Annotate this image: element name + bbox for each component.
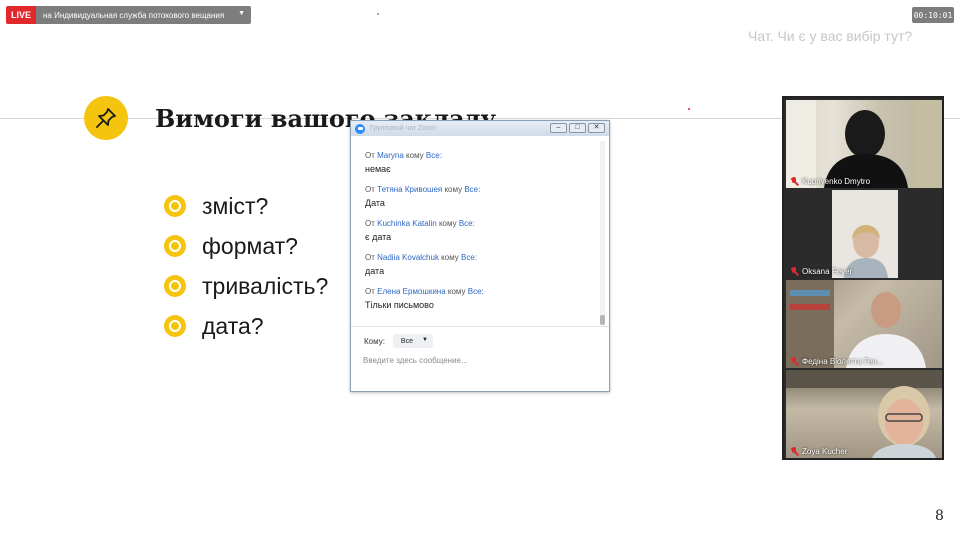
message-header: От Maryna кому Все: [365, 151, 605, 160]
message-header: От Елена Ермошкина кому Все: [365, 287, 605, 296]
video-tile[interactable]: Oksana Feyer [786, 190, 942, 278]
sender-name[interactable]: Kuchinka Katalin [377, 219, 437, 228]
bullet-icon [164, 235, 186, 257]
close-button[interactable]: ✕ [588, 123, 605, 133]
muted-microphone-icon [790, 267, 799, 276]
recipient-select-value: Все [400, 337, 413, 345]
list-item: зміст? [164, 186, 328, 226]
participant-name: Zoya Kucher [790, 447, 847, 456]
from-prefix: От [365, 287, 375, 296]
chevron-down-icon: ▼ [238, 10, 245, 17]
recipient-label: Кому: [364, 336, 385, 346]
chat-window-title: Групповой чат Zoom [370, 125, 437, 132]
slide-page-number: 8 [935, 508, 944, 524]
muted-microphone-icon [790, 357, 799, 366]
group-chat-window[interactable]: Групповой чат Zoom – □ ✕ От Maryna кому … [350, 120, 610, 392]
chat-message: От Nadiia Kovalchuk кому Все: дата [357, 253, 605, 280]
stray-dot [688, 108, 690, 110]
from-prefix: От [365, 253, 375, 262]
participant-name: Федіна Віолетта Ген... [790, 357, 883, 366]
to-word: кому [438, 219, 457, 228]
participant-name-text: Zoya Kucher [802, 447, 848, 456]
sender-name[interactable]: Тетяна Кривошея [377, 185, 442, 194]
recipient-row: Кому: Все ▼ [364, 334, 433, 348]
chevron-down-icon: ▼ [421, 337, 428, 343]
chat-message: От Тетяна Кривошея кому Все: Дата [357, 185, 605, 212]
participant-video-image [786, 100, 942, 188]
list-item: дата? [164, 306, 328, 346]
to-word: кому [441, 253, 459, 262]
stream-service-label: на Индивидуальная служба потокового веща… [43, 10, 225, 20]
recipient-name: Все: [461, 253, 478, 262]
message-text: є дата [365, 232, 392, 242]
participant-video-panel: Kupriyenko Dmytro Oksana Feyer Федіна Ві… [782, 96, 944, 460]
recipient-name: Все: [467, 287, 484, 296]
bullet-icon [164, 195, 186, 217]
from-prefix: От [365, 185, 375, 194]
recipient-select[interactable]: Все ▼ [392, 334, 433, 348]
sender-name[interactable]: Maryna [377, 151, 404, 160]
message-text: немає [365, 164, 391, 174]
list-item: формат? [164, 226, 328, 266]
bullet-text: дата? [202, 312, 264, 339]
sender-name[interactable]: Елена Ермошкина [377, 287, 446, 296]
stream-service-dropdown[interactable]: на Индивидуальная служба потокового веща… [36, 6, 251, 24]
recipient-name: Все: [458, 219, 475, 228]
bullet-text: тривалість? [202, 272, 329, 299]
sender-name[interactable]: Nadiia Kovalchuk [377, 253, 439, 262]
chat-titlebar[interactable]: Групповой чат Zoom – □ ✕ [351, 121, 609, 136]
muted-microphone-icon [790, 177, 799, 186]
participant-name: Oksana Feyer [790, 267, 852, 276]
participant-name: Kupriyenko Dmytro [790, 177, 870, 186]
chat-scrollbar[interactable] [600, 141, 605, 325]
video-tile[interactable]: Zoya Kucher [786, 370, 942, 458]
minimize-button[interactable]: – [550, 123, 567, 133]
participant-name-text: Oksana Feyer [802, 267, 853, 276]
recording-timer: 00:10:01 [912, 7, 954, 23]
chat-message: От Елена Ермошкина кому Все: Тільки пись… [357, 287, 605, 314]
from-prefix: От [365, 219, 375, 228]
muted-microphone-icon [790, 447, 799, 456]
stray-dot [377, 13, 379, 15]
participant-name-text: Федіна Віолетта Ген... [802, 357, 884, 366]
participant-video-image [786, 280, 926, 368]
participant-video-image [832, 190, 898, 278]
to-word: кому [406, 151, 424, 160]
video-tile[interactable]: Kupriyenko Dmytro [786, 100, 942, 188]
pushpin-icon [84, 96, 128, 140]
maximize-button[interactable]: □ [569, 123, 586, 133]
chat-message: От Maryna кому Все: немає [357, 151, 605, 178]
participant-name-text: Kupriyenko Dmytro [802, 177, 871, 186]
recipient-name: Все: [464, 185, 481, 194]
list-item: тривалість? [164, 266, 328, 306]
message-header: От Kuchinka Katalin кому Все: [365, 219, 605, 228]
clipped-message [357, 136, 605, 144]
bullet-icon [164, 315, 186, 337]
message-text: дата [365, 266, 385, 276]
zoom-logo-icon [355, 123, 365, 134]
message-header: От Тетяна Кривошея кому Все: [365, 185, 605, 194]
message-text: Дата [365, 198, 385, 208]
chat-message: От Kuchinka Katalin кому Все: є дата [357, 219, 605, 246]
message-text: Тільки письмово [365, 300, 434, 310]
chat-divider [351, 326, 609, 327]
slide-subtitle: Чат. Чи є у вас вибір тут? [748, 28, 913, 44]
scrollbar-thumb[interactable] [600, 315, 605, 325]
chat-message-list[interactable]: От Maryna кому Все: немає От Тетяна Крив… [357, 136, 605, 330]
from-prefix: От [365, 151, 375, 160]
message-header: От Nadiia Kovalchuk кому Все: [365, 253, 605, 262]
bullet-text: зміст? [202, 192, 269, 219]
recipient-name: Все: [425, 151, 442, 160]
video-tile[interactable]: Федіна Віолетта Ген... [786, 280, 942, 368]
to-word: кому [447, 287, 466, 296]
bullet-icon [164, 275, 186, 297]
message-input[interactable] [363, 353, 599, 367]
bullet-text: формат? [202, 232, 298, 259]
live-badge: LIVE [6, 6, 36, 24]
participant-video-image [786, 370, 942, 458]
requirements-list: зміст? формат? тривалість? дата? [164, 186, 328, 346]
to-word: кому [444, 185, 463, 194]
